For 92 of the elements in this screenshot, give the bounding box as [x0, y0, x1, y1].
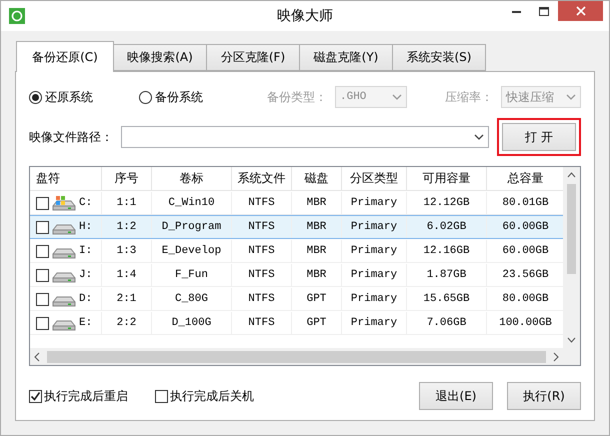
table-cell: GPT	[306, 293, 326, 305]
table-cell: 12.16GB	[423, 245, 470, 257]
tab[interactable]: 系统安装(S)	[392, 44, 486, 71]
table-row[interactable]: J: 1:4 F_Fun NTFS MBR Primary 1.87GB 23.56GB	[30, 263, 563, 287]
dialog-button[interactable]: 退出(E)	[419, 382, 493, 410]
app-icon	[9, 8, 25, 24]
table-cell: NTFS	[248, 221, 275, 233]
table-cell: 1:3	[116, 245, 136, 257]
radio-label: 备份系统	[155, 88, 203, 106]
table-cell: 60.00GB	[502, 245, 549, 257]
table-cell: Primary	[350, 269, 398, 281]
table-cell: MBR	[306, 197, 326, 209]
close-button[interactable]	[558, 1, 603, 21]
caret-icon	[566, 94, 576, 100]
table-cell: 7.06GB	[426, 317, 466, 329]
table-cell: 1:1	[116, 197, 136, 209]
checkbox[interactable]	[29, 390, 42, 402]
horizontal-scrollbar[interactable]	[30, 348, 580, 365]
checkbox[interactable]	[36, 268, 49, 282]
table-cell: MBR	[306, 221, 326, 233]
table-cell: 12.12GB	[423, 197, 470, 209]
table-cell: 80.00GB	[502, 293, 549, 305]
table-cell: Primary	[350, 245, 398, 257]
table-cell: 2:2	[116, 317, 136, 329]
dialog-button[interactable]: 执行(R)	[507, 382, 581, 410]
checkbox-label: 执行完成后关机	[170, 388, 254, 404]
table-cell: NTFS	[248, 197, 275, 209]
table-cell: E_Develop	[162, 245, 222, 257]
table-cell: D_Program	[162, 221, 222, 233]
tab[interactable]: 磁盘克隆(Y)	[299, 44, 393, 71]
table-cell: J:	[79, 269, 92, 281]
checkbox[interactable]	[36, 196, 49, 210]
table-cell: C_Win10	[168, 197, 215, 209]
radio-button[interactable]	[139, 90, 152, 104]
table-cell: 1.87GB	[426, 269, 466, 281]
table-cell: F_Fun	[174, 269, 208, 281]
caret-icon	[392, 94, 402, 100]
checkbox[interactable]	[36, 292, 49, 306]
table-cell: Primary	[350, 221, 398, 233]
maximize-icon	[539, 6, 549, 16]
table-cell: I:	[79, 245, 92, 257]
table-cell: 1:4	[116, 269, 136, 281]
checkbox-label: 执行完成后重启	[44, 388, 128, 404]
table-row[interactable]: E: 2:2 D_100G NTFS GPT Primary 7.06GB 100.00GB	[30, 311, 563, 335]
field-label: 备份类型：	[267, 88, 327, 106]
table-cell: NTFS	[248, 317, 275, 329]
table-cell: NTFS	[248, 293, 275, 305]
table-cell: 80.01GB	[502, 197, 549, 209]
table-cell: D:	[79, 293, 92, 305]
checkbox[interactable]	[155, 390, 168, 402]
minimize-icon	[512, 10, 520, 12]
table-cell: 23.56GB	[502, 269, 549, 281]
table-cell: NTFS	[248, 245, 275, 257]
table-cell: D_100G	[172, 317, 212, 329]
tab[interactable]: 分区克隆(F)	[206, 44, 300, 71]
table-cell: C:	[79, 197, 92, 209]
table-cell: 1:2	[116, 221, 136, 233]
close-icon	[576, 6, 586, 16]
table-cell: Primary	[350, 317, 398, 329]
table-cell: 100.00GB	[499, 317, 552, 329]
image-path-field[interactable]	[121, 126, 489, 148]
table-cell: Primary	[350, 197, 398, 209]
tab[interactable]: 映像搜索(A)	[113, 44, 207, 71]
table-cell: GPT	[306, 317, 326, 329]
checkbox[interactable]	[36, 316, 49, 330]
field-label: 映像文件路径：	[29, 128, 113, 146]
caret-icon	[474, 134, 484, 140]
table-cell: Primary	[350, 293, 398, 305]
radio-label: 还原系统	[45, 88, 93, 106]
table-cell: H:	[79, 221, 92, 233]
table-cell: 15.65GB	[423, 293, 470, 305]
checkbox[interactable]	[36, 220, 49, 234]
table-cell: 6.02GB	[426, 221, 466, 233]
table-cell: E:	[79, 317, 92, 329]
system-drive-icon	[51, 194, 77, 212]
table-cell: MBR	[306, 269, 326, 281]
checkbox[interactable]	[36, 244, 49, 258]
table-row[interactable]: H: 1:2 D_Program NTFS MBR Primary 6.02GB 60.00GB	[30, 215, 563, 239]
table-cell: NTFS	[248, 269, 275, 281]
radio-button[interactable]	[29, 90, 42, 104]
table-row[interactable]: D: 2:1 C_80G NTFS GPT Primary 15.65GB 80.00GB	[30, 287, 563, 311]
table-cell: C_80G	[174, 293, 208, 305]
table-cell: 60.00GB	[502, 221, 549, 233]
table-row[interactable]: I: 1:3 E_Develop NTFS MBR Primary 12.16GB 60.00GB	[30, 239, 563, 263]
table-row[interactable]: C: 1:1 C_Win10 NTFS MBR Primary 12.12GB 80.01GB	[30, 191, 563, 215]
table-cell: 2:1	[116, 293, 136, 305]
vertical-scrollbar[interactable]	[563, 167, 580, 348]
tab[interactable]: 备份还原(C)	[16, 41, 114, 72]
table-cell: MBR	[306, 245, 326, 257]
open-button[interactable]: 打 开	[502, 123, 576, 151]
window-title: 映像大师	[277, 7, 333, 25]
field-label: 压缩率：	[445, 88, 493, 106]
